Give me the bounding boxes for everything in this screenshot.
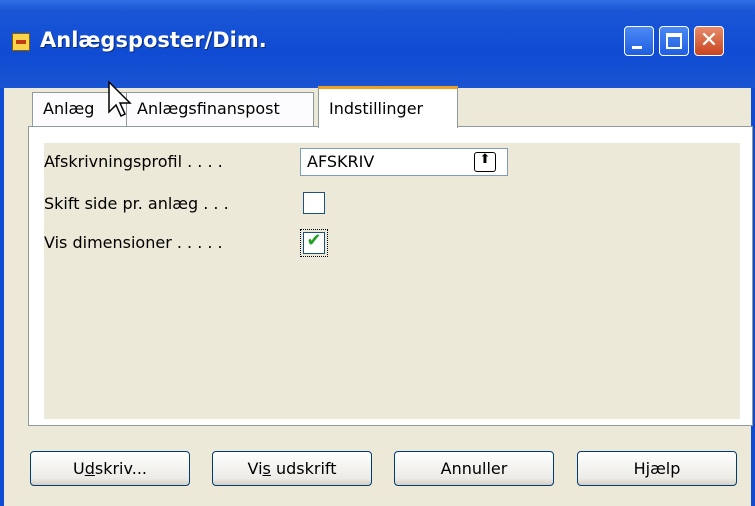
app-icon[interactable] <box>12 33 30 51</box>
window-border-left <box>0 88 4 506</box>
cancel-button[interactable]: Annuller <box>394 451 554 486</box>
lookup-button[interactable]: ⬆ <box>474 152 496 172</box>
dimensions-checkbox[interactable]: ✔ <box>300 229 328 257</box>
newpage-label: Skift side pr. anlæg . . . <box>44 194 229 213</box>
dimensions-label: Vis dimensioner . . . . . <box>44 233 223 252</box>
preview-button[interactable]: Vis udskrift <box>212 451 372 486</box>
options-area <box>44 143 740 419</box>
close-icon: ✕ <box>699 28 719 53</box>
checkmark-icon: ✔ <box>306 230 322 251</box>
maximize-icon <box>666 33 682 49</box>
help-button[interactable]: Hjælp <box>577 451 737 486</box>
window-title: Anlægsposter/Dim. <box>40 28 267 52</box>
title-bar[interactable]: Anlægsposter/Dim. ✕ <box>0 0 755 88</box>
newpage-checkbox[interactable] <box>303 192 325 214</box>
tab-indstillinger[interactable]: Indstillinger <box>318 86 458 128</box>
maximize-button[interactable] <box>659 26 689 56</box>
tab-anlaegsfinanspost[interactable]: Anlægsfinanspost <box>126 92 314 126</box>
minimize-button[interactable] <box>624 26 654 56</box>
minimize-icon <box>632 46 642 49</box>
arrow-up-icon: ⬆ <box>479 152 491 167</box>
print-button[interactable]: Udskriv... <box>30 451 190 486</box>
mouse-cursor-icon <box>108 80 132 118</box>
profile-label: Afskrivningsprofil . . . . <box>44 152 223 171</box>
close-button[interactable]: ✕ <box>694 26 724 56</box>
